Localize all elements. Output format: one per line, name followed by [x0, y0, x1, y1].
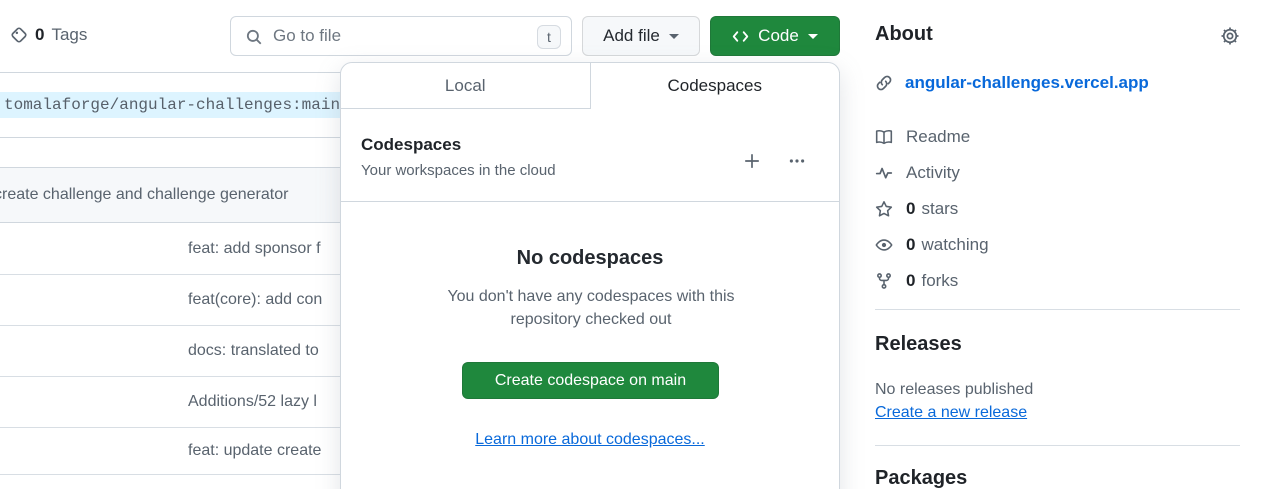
stars-count: 0	[906, 199, 915, 219]
create-codespace-button[interactable]: Create codespace on main	[462, 362, 719, 399]
sidebar-divider	[875, 309, 1240, 310]
repo-page: 0 Tags t Add file Code tomalaforge/angul…	[0, 0, 1278, 489]
learn-more-row: Learn more about codespaces...	[341, 431, 839, 449]
tags-count: 0	[35, 25, 44, 45]
plus-icon	[743, 152, 761, 170]
tags-summary[interactable]: 0 Tags	[10, 25, 87, 45]
tag-icon	[10, 26, 28, 44]
releases-heading: Releases	[875, 333, 962, 356]
pulse-icon	[875, 164, 893, 182]
add-file-label: Add file	[603, 26, 660, 46]
commit-message[interactable]: feat: add sponsor f	[188, 240, 321, 258]
code-dropdown-panel: Local Codespaces Codespaces Your workspa…	[340, 62, 840, 489]
watching-count: 0	[906, 235, 915, 255]
commit-message[interactable]: feat: update create	[188, 442, 321, 460]
meta-label: stars	[921, 199, 958, 219]
stars-link[interactable]: 0 stars	[875, 191, 989, 227]
caret-down-icon	[669, 34, 679, 39]
shortcut-key-badge: t	[537, 25, 561, 49]
activity-link[interactable]: Activity	[875, 155, 989, 191]
new-codespace-button[interactable]	[739, 148, 765, 174]
website-row: angular-challenges.vercel.app	[875, 73, 1149, 93]
readme-link[interactable]: Readme	[875, 119, 989, 155]
website-link[interactable]: angular-challenges.vercel.app	[905, 73, 1149, 93]
go-to-file-search[interactable]: t	[230, 16, 572, 56]
book-icon	[875, 128, 893, 146]
about-heading: About	[875, 23, 933, 46]
eye-icon	[875, 236, 893, 254]
commit-message[interactable]: docs: translated to	[188, 342, 319, 360]
forks-count: 0	[906, 271, 915, 291]
meta-label: watching	[921, 235, 988, 255]
about-meta-list: Readme Activity 0 stars	[875, 119, 989, 299]
commit-message[interactable]: Additions/52 lazy l	[188, 393, 317, 411]
meta-label: Activity	[906, 163, 960, 183]
commit-message[interactable]: feat(core): add con	[188, 291, 322, 309]
codespaces-panel-subtitle: Your workspaces in the cloud	[361, 162, 556, 179]
sidebar-divider	[875, 445, 1240, 446]
code-icon	[732, 28, 749, 45]
add-file-button[interactable]: Add file	[582, 16, 700, 56]
empty-state-title: No codespaces	[341, 247, 839, 270]
meta-label: forks	[921, 271, 958, 291]
code-button-label: Code	[758, 26, 799, 46]
latest-commit-message[interactable]: create challenge and challenge generator	[0, 186, 288, 204]
gear-icon	[1220, 26, 1240, 46]
watching-link[interactable]: 0 watching	[875, 227, 989, 263]
codespaces-options-button[interactable]	[784, 148, 810, 174]
tab-codespaces[interactable]: Codespaces	[591, 63, 840, 109]
panel-divider	[341, 201, 839, 202]
tags-label: Tags	[51, 25, 87, 45]
search-icon	[245, 28, 263, 46]
code-dropdown-tabs: Local Codespaces	[341, 63, 839, 109]
create-release-link[interactable]: Create a new release	[875, 404, 1027, 422]
link-icon	[875, 74, 893, 92]
learn-more-link[interactable]: Learn more about codespaces...	[475, 431, 704, 448]
tab-local[interactable]: Local	[341, 63, 591, 109]
codespaces-panel-title: Codespaces	[361, 135, 461, 155]
forks-link[interactable]: 0 forks	[875, 263, 989, 299]
kebab-icon	[788, 152, 806, 170]
search-input[interactable]	[273, 17, 523, 55]
meta-label: Readme	[906, 127, 970, 147]
releases-empty-text: No releases published	[875, 381, 1033, 399]
caret-down-icon	[808, 34, 818, 39]
code-button[interactable]: Code	[710, 16, 840, 56]
star-icon	[875, 200, 893, 218]
fork-icon	[875, 272, 893, 290]
packages-heading: Packages	[875, 467, 967, 489]
empty-state-description: You don't have any codespaces with this …	[421, 285, 761, 331]
branch-ref-code[interactable]: tomalaforge/angular-challenges:main	[0, 92, 350, 118]
about-settings-button[interactable]	[1220, 26, 1240, 46]
